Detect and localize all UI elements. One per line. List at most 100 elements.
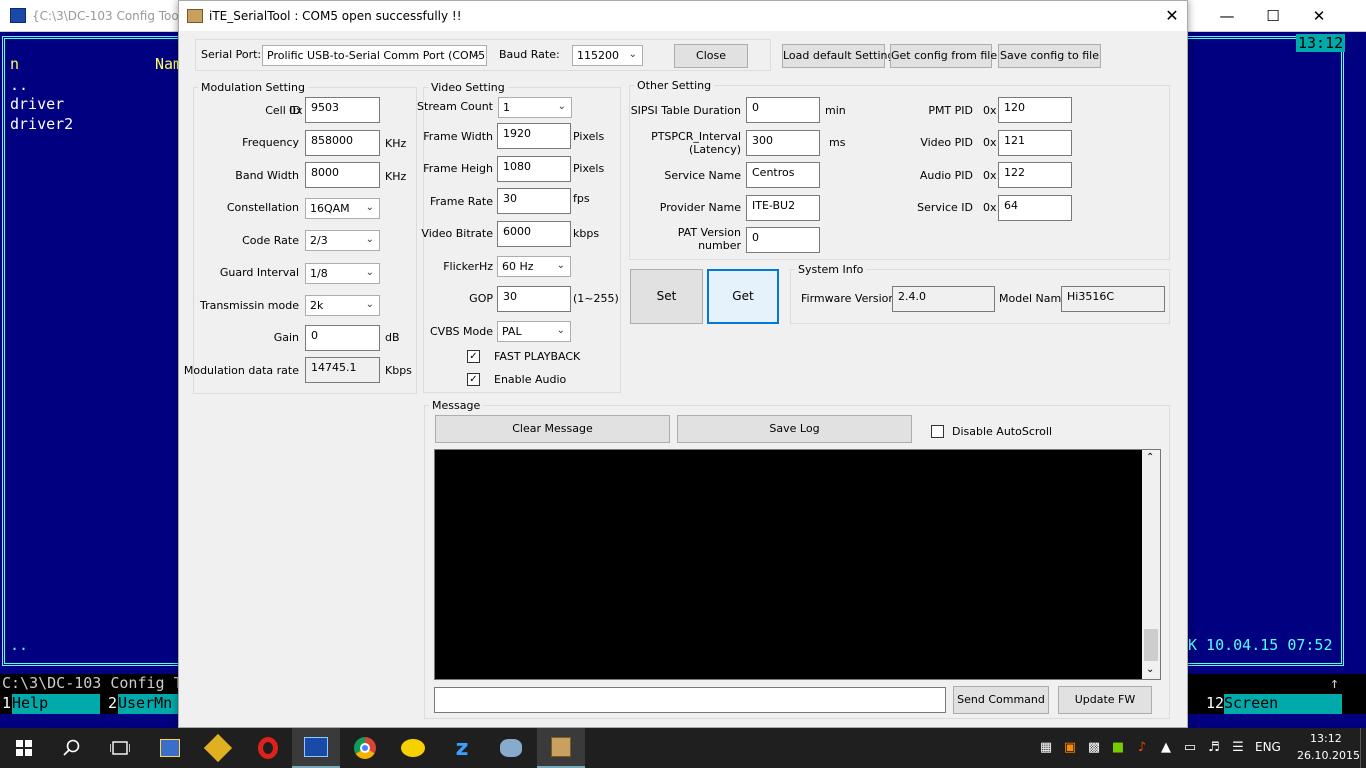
dialog-titlebar: iTE_SerialTool : COM5 open successfully …	[179, 1, 1187, 31]
gop-input[interactable]: 30	[497, 286, 571, 312]
baud-rate-select[interactable]: 115200 ⌄	[572, 45, 643, 66]
code-rate-select[interactable]: 2/3 ⌄	[305, 230, 380, 251]
serial-tool-taskbar-icon[interactable]	[537, 728, 585, 768]
guard-interval-select[interactable]: 1/8 ⌄	[305, 263, 380, 284]
start-icon[interactable]	[0, 728, 48, 768]
scroll-up-icon: ↑	[1330, 674, 1340, 692]
z-app-icon[interactable]: z	[438, 728, 486, 768]
close-port-button[interactable]: Close	[674, 44, 748, 68]
fkey-screen[interactable]: Screen	[1224, 694, 1342, 714]
maximize-button[interactable]: ☐	[1250, 0, 1296, 32]
service-id-prefix: 0x	[983, 201, 997, 214]
chrome-icon[interactable]	[341, 728, 389, 768]
frame-rate-label: Frame Rate	[430, 195, 493, 208]
service-name-input[interactable]: Centros	[746, 162, 820, 188]
ptspcr-label-line1: PTSPCR_Interval	[651, 130, 741, 143]
ptspcr-input[interactable]: 300	[746, 130, 820, 156]
fkey-number: 12	[1206, 694, 1225, 712]
cell-id-input[interactable]: 9503	[305, 97, 380, 123]
serial-port-select[interactable]: Prolific USB-to-Serial Comm Port (COM5) ⌄	[262, 45, 487, 66]
service-id-input[interactable]: 64	[998, 195, 1072, 221]
message-log-scrollbar[interactable]: ⌃ ⌄	[1142, 450, 1160, 679]
command-input[interactable]	[434, 687, 946, 713]
tray-app-icon[interactable]: ▩	[1086, 740, 1102, 755]
get-button[interactable]: Get	[707, 269, 779, 324]
message-log[interactable]	[434, 449, 1161, 680]
update-fw-button[interactable]: Update FW	[1058, 686, 1152, 714]
provider-name-input[interactable]: ITE-BU2	[746, 195, 820, 221]
file-entry[interactable]: driver	[10, 95, 64, 113]
ptspcr-unit: ms	[829, 136, 846, 149]
gop-range: (1~255)	[573, 292, 619, 305]
frame-rate-input[interactable]: 30	[497, 188, 571, 214]
video-pid-input[interactable]: 121	[998, 130, 1072, 156]
scrollbar-thumb[interactable]	[1144, 629, 1158, 661]
cvbs-mode-select[interactable]: PAL ⌄	[497, 321, 571, 342]
gain-input[interactable]: 0	[305, 325, 380, 351]
pat-version-input[interactable]: 0	[746, 227, 820, 253]
search-icon[interactable]	[48, 728, 96, 768]
dialog-close-icon[interactable]: ✕	[1157, 1, 1187, 31]
flicker-select[interactable]: 60 Hz ⌄	[497, 256, 571, 277]
service-name-label: Service Name	[664, 169, 741, 182]
taskbar-date[interactable]: 26.10.2015	[1297, 749, 1360, 762]
frame-width-unit: Pixels	[573, 130, 605, 143]
pmt-pid-prefix: 0x	[983, 104, 997, 117]
paint-app-icon[interactable]	[487, 728, 535, 768]
video-pid-prefix: 0x	[983, 136, 997, 149]
file-entry[interactable]: ..	[10, 76, 28, 94]
load-default-button[interactable]: Load default Setting	[782, 44, 894, 68]
far-app-icon	[10, 8, 26, 23]
bandwidth-input[interactable]: 8000	[305, 162, 380, 188]
minimize-button[interactable]: —	[1204, 0, 1250, 32]
tray-app-icon[interactable]: ▦	[1038, 740, 1054, 755]
fkey-usermenu[interactable]: UserMn	[118, 694, 178, 714]
tray-app-icon[interactable]: ▭	[1182, 740, 1198, 755]
frequency-input[interactable]: 858000	[305, 130, 380, 156]
send-command-button[interactable]: Send Command	[953, 686, 1049, 714]
fast-playback-checkbox[interactable]: ✓	[467, 350, 480, 363]
disable-autoscroll-checkbox[interactable]	[931, 425, 944, 438]
volume-icon[interactable]: ♬	[1206, 740, 1222, 755]
tray-app-icon[interactable]: ▲	[1158, 740, 1174, 755]
task-view-icon[interactable]	[96, 728, 144, 768]
speaker-mute-icon[interactable]: ♪	[1134, 740, 1150, 755]
pmt-pid-input[interactable]: 120	[998, 97, 1072, 123]
model-name-value: Hi3516C	[1061, 286, 1165, 312]
save-log-button[interactable]: Save Log	[677, 415, 912, 443]
opera-icon[interactable]	[244, 728, 292, 768]
chevron-down-icon: ⌄	[628, 49, 637, 60]
far-manager-taskbar-icon[interactable]	[292, 728, 340, 768]
cvbs-mode-value: PAL	[502, 325, 522, 338]
tools-app-icon[interactable]	[194, 728, 242, 768]
get-config-button[interactable]: Get config from file	[890, 44, 997, 68]
frame-height-input[interactable]: 1080	[497, 156, 571, 182]
fkey-help[interactable]: Help	[12, 694, 100, 714]
batman-app-icon[interactable]	[389, 728, 437, 768]
video-bitrate-label: Video Bitrate	[421, 227, 493, 240]
scroll-down-icon[interactable]: ⌄	[1146, 664, 1154, 675]
enable-audio-checkbox[interactable]: ✓	[467, 373, 480, 386]
constellation-select[interactable]: 16QAM ⌄	[305, 198, 380, 219]
audio-pid-input[interactable]: 122	[998, 162, 1072, 188]
taskbar-time[interactable]: 13:12	[1310, 732, 1342, 745]
nvidia-icon[interactable]: ■	[1110, 740, 1126, 755]
network-app-icon[interactable]	[146, 728, 194, 768]
save-config-button[interactable]: Save config to file	[998, 44, 1101, 68]
check-icon: ✓	[469, 374, 478, 385]
show-desktop-button[interactable]	[1360, 728, 1366, 768]
sipsi-input[interactable]: 0	[746, 97, 820, 123]
scroll-up-icon[interactable]: ⌃	[1146, 452, 1154, 463]
ptspcr-label: PTSPCR_Interval (Latency)	[651, 130, 741, 156]
file-entry[interactable]: driver2	[10, 115, 73, 133]
window-close-button[interactable]: ✕	[1296, 0, 1342, 32]
stream-count-select[interactable]: 1 ⌄	[498, 97, 572, 118]
clear-message-button[interactable]: Clear Message	[435, 415, 670, 443]
video-bitrate-input[interactable]: 6000	[497, 221, 571, 247]
notifications-icon[interactable]: ☰	[1230, 740, 1246, 755]
frame-width-input[interactable]: 1920	[497, 123, 571, 149]
language-indicator[interactable]: ENG	[1255, 740, 1281, 754]
transmission-mode-select[interactable]: 2k ⌄	[305, 295, 380, 316]
tray-app-icon[interactable]: ▣	[1062, 740, 1078, 755]
set-button[interactable]: Set	[630, 269, 703, 324]
